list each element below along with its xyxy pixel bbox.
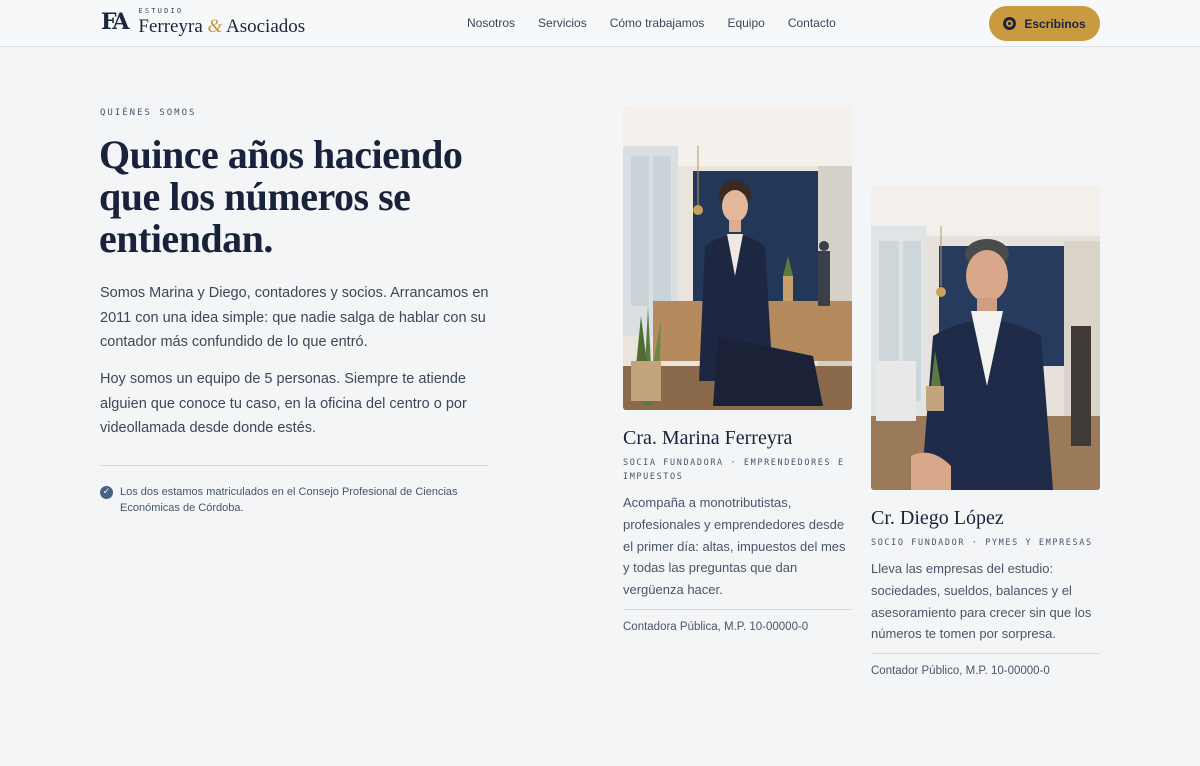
divider	[100, 465, 489, 466]
logo-text: ESTUDIO Ferreyra & Asociados	[138, 7, 305, 38]
card-divider	[623, 608, 852, 610]
logo-mark: FA	[101, 9, 129, 35]
check-badge-icon: ✓	[100, 486, 113, 499]
team-member-description: Lleva las empresas del estudio: sociedad…	[871, 561, 1092, 642]
portrait-photo	[623, 106, 852, 410]
team-member-name: Cr. Diego López	[871, 507, 1004, 529]
logo[interactable]: FA ESTUDIO Ferreyra & Asociados	[101, 7, 305, 41]
section-headline: Quince años haciendo que los números se …	[99, 132, 463, 261]
logo-name: Ferreyra & Asociados	[138, 16, 306, 37]
team-card-diego: Cr. Diego López SOCIO FUNDADOR · PYMES Y…	[871, 186, 1100, 677]
team-member-license: Contador Público, M.P. 10-00000-0	[871, 665, 1050, 678]
nav-link-contacto[interactable]: Contacto	[788, 16, 836, 30]
team-card-marina: Cra. Marina Ferreyra SOCIA FUNDADORA · E…	[623, 106, 852, 633]
nav-link-servicios[interactable]: Servicios	[538, 16, 587, 30]
main-nav: Nosotros Servicios Cómo trabajamos Equip…	[467, 16, 859, 30]
card-divider	[871, 653, 1100, 655]
nav-link-nosotros[interactable]: Nosotros	[467, 16, 515, 30]
escribinos-button[interactable]: Escribinos	[989, 6, 1100, 41]
team-member-role: SOCIO FUNDADOR · PYMES Y EMPRESAS	[871, 538, 1093, 548]
escribinos-label: Escribinos	[1024, 16, 1086, 31]
registration-note-text: Los dos estamos matriculados en el Conse…	[120, 486, 458, 514]
nav-link-como-trabajamos[interactable]: Cómo trabajamos	[610, 16, 705, 30]
section-eyebrow: QUIÉNES SOMOS	[100, 108, 197, 118]
portrait-photo	[871, 186, 1100, 490]
site-header: FA ESTUDIO Ferreyra & Asociados Nosotros…	[0, 0, 1200, 47]
team-member-license: Contadora Pública, M.P. 10-00000-0	[623, 620, 809, 633]
nav-link-equipo[interactable]: Equipo	[727, 16, 764, 30]
registration-note: ✓ Los dos estamos matriculados en el Con…	[100, 484, 490, 516]
logo-small-text: ESTUDIO	[138, 7, 184, 15]
team-member-role: SOCIA FUNDADORA · EMPRENDEDORES E IMPUES…	[623, 458, 845, 482]
team-member-name: Cra. Marina Ferreyra	[623, 427, 793, 449]
whatsapp-icon	[1003, 17, 1017, 30]
intro-paragraph-2: Hoy somos un equipo de 5 personas. Siemp…	[100, 371, 467, 436]
intro-paragraph-1: Somos Marina y Diego, contadores y socio…	[100, 285, 489, 350]
team-member-description: Acompaña a monotributistas, profesionale…	[623, 495, 846, 598]
